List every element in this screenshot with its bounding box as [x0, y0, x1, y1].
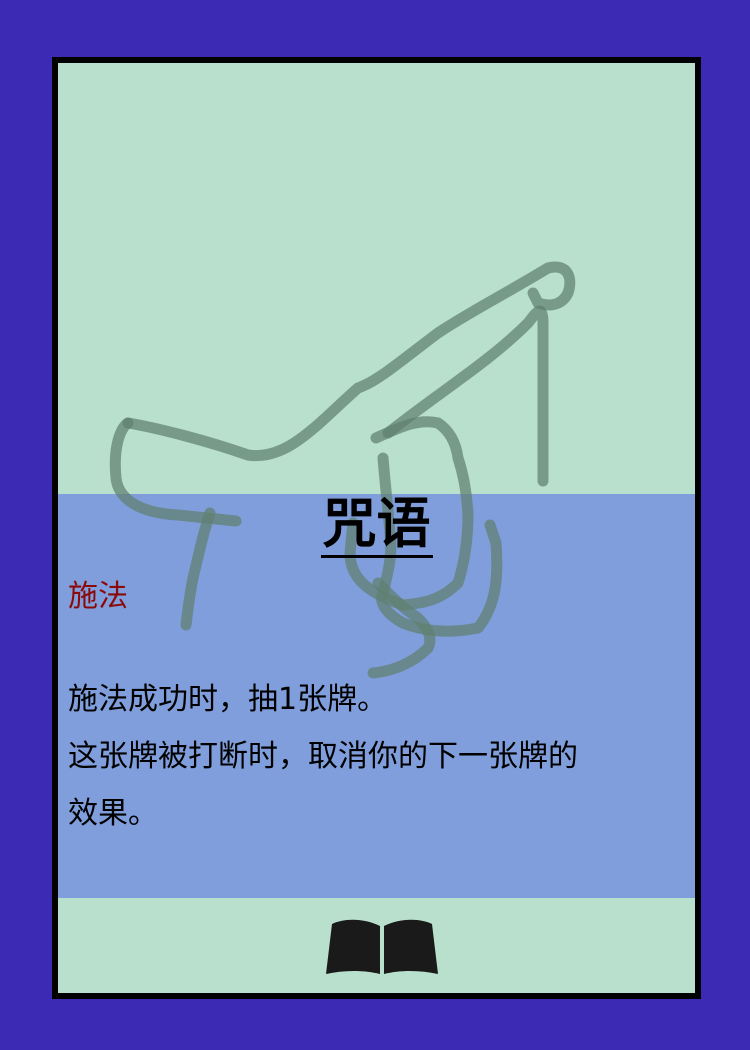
card-description: 施法成功时，抽1张牌。 这张牌被打断时，取消你的下一张牌的 效果。 — [68, 671, 668, 842]
card[interactable]: 咒语 施法 施法成功时，抽1张牌。 这张牌被打断时，取消你的下一张牌的 效果。 — [52, 57, 701, 999]
card-title-text: 咒语 — [320, 493, 433, 558]
card-type-label: 施法 — [68, 579, 128, 614]
description-line: 效果。 — [68, 796, 158, 831]
book-icon — [326, 919, 438, 974]
card-title: 咒语 — [58, 489, 695, 559]
description-line: 这张牌被打断时，取消你的下一张牌的 — [68, 739, 578, 774]
description-line: 施法成功时，抽1张牌。 — [68, 682, 388, 717]
